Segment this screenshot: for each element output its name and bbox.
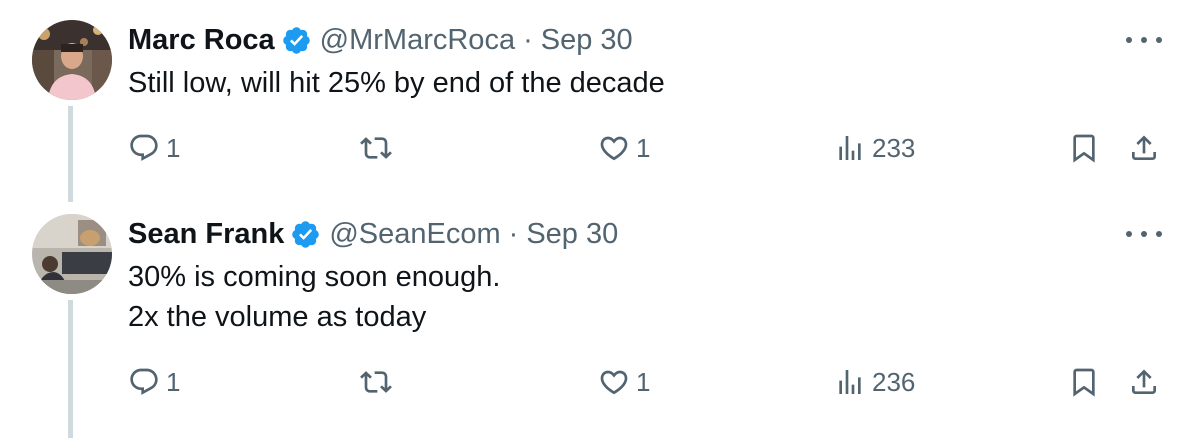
views-button[interactable]: 233: [834, 128, 915, 168]
retweet-button[interactable]: [360, 128, 398, 168]
reply-count: 1: [166, 366, 181, 397]
author-handle[interactable]: @MrMarcRoca: [320, 24, 515, 57]
tweet-date[interactable]: Sep 30: [526, 218, 618, 251]
views-count: 236: [872, 366, 916, 397]
bookmark-icon: [1073, 368, 1095, 397]
tweet-2[interactable]: Sean Frank @SeanEcom · Sep 30 30% is com…: [0, 200, 1194, 438]
retweet-icon: [360, 371, 392, 393]
action-bar: 1 1 236: [128, 362, 1168, 402]
like-button[interactable]: 1: [598, 362, 650, 402]
views-count: 233: [872, 132, 916, 163]
reply-icon: [130, 134, 158, 161]
bookmark-button[interactable]: [1068, 128, 1100, 168]
author-name[interactable]: Marc Roca: [128, 24, 275, 57]
more-options-icon[interactable]: [1126, 30, 1162, 50]
verified-badge-icon: [282, 26, 310, 54]
author-handle[interactable]: @SeanEcom: [329, 218, 500, 251]
more-options-icon[interactable]: [1126, 224, 1162, 244]
avatar-sean-frank[interactable]: [32, 214, 112, 294]
reply-count: 1: [166, 132, 181, 163]
like-icon: [600, 370, 628, 395]
tweet-text-line: 2x the volume as today: [128, 301, 427, 333]
tweet-text: 30% is coming soon enough. 2x the volume…: [128, 257, 500, 337]
like-count: 1: [636, 132, 651, 163]
reply-button[interactable]: 1: [128, 128, 180, 168]
like-count: 1: [636, 366, 651, 397]
avatar-marc-roca[interactable]: [32, 20, 112, 100]
reply-icon: [130, 368, 158, 395]
share-button[interactable]: [1128, 128, 1160, 168]
separator-dot: ·: [523, 23, 533, 56]
author-name[interactable]: Sean Frank: [128, 218, 284, 251]
tweet-text-line: 30% is coming soon enough.: [128, 261, 501, 293]
tweet-date[interactable]: Sep 30: [541, 24, 633, 57]
bookmark-button[interactable]: [1068, 362, 1100, 402]
bookmark-icon: [1073, 134, 1095, 163]
tweet-text: Still low, will hit 25% by end of the de…: [128, 63, 665, 103]
share-icon: [1132, 369, 1156, 394]
tweet-1[interactable]: Marc Roca @MrMarcRoca · Sep 30 Still low…: [0, 0, 1194, 200]
reply-button[interactable]: 1: [128, 362, 180, 402]
tweet-text-line: Still low, will hit 25% by end of the de…: [128, 67, 665, 99]
share-icon: [1132, 135, 1156, 160]
tweet-header: Marc Roca @MrMarcRoca · Sep 30: [128, 20, 633, 60]
like-button[interactable]: 1: [598, 128, 650, 168]
views-icon: [839, 370, 861, 394]
retweet-icon: [360, 137, 392, 159]
retweet-button[interactable]: [360, 362, 398, 402]
like-icon: [600, 136, 628, 161]
action-bar: 1 1 233: [128, 128, 1168, 168]
views-button[interactable]: 236: [834, 362, 915, 402]
tweet-header: Sean Frank @SeanEcom · Sep 30: [128, 214, 618, 254]
share-button[interactable]: [1128, 362, 1160, 402]
separator-dot: ·: [508, 217, 519, 250]
verified-badge-icon: [292, 220, 320, 248]
views-icon: [839, 136, 861, 160]
